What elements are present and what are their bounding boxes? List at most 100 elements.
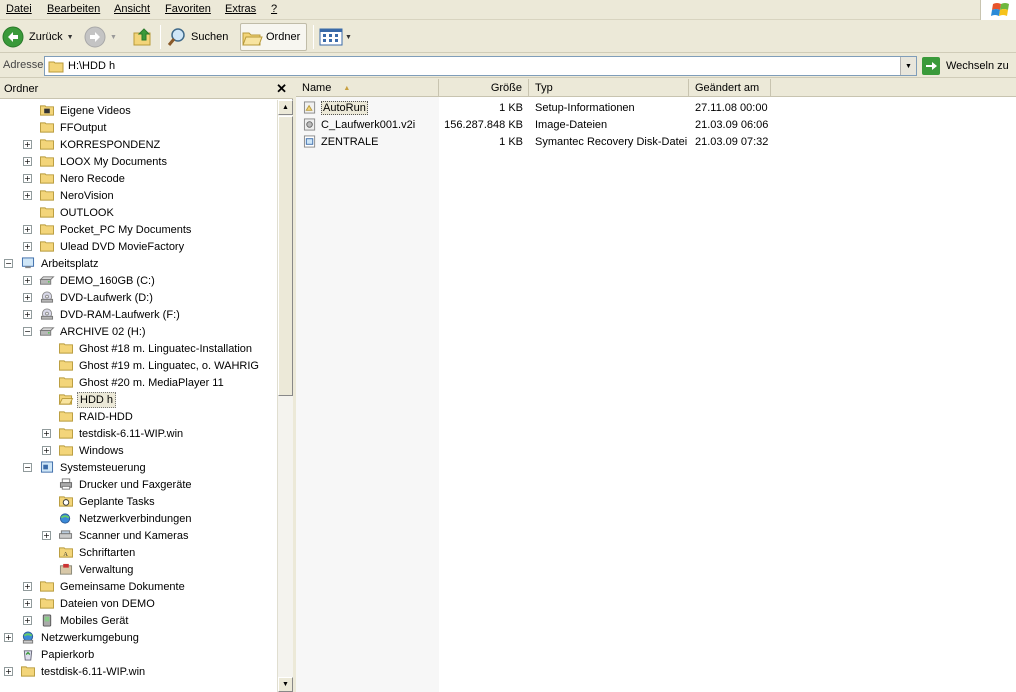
tree-item-label: Gemeinsame Dokumente — [60, 580, 185, 593]
folder-pane-scrollbar[interactable]: ▲ ▼ — [277, 100, 293, 692]
forward-button[interactable]: ▼ — [84, 23, 117, 51]
tree-item[interactable]: Ghost #19 m. Linguatec, o. WAHRIG — [58, 357, 261, 374]
tree-item[interactable]: Ghost #20 m. MediaPlayer 11 — [58, 374, 226, 391]
tree-item[interactable]: Papierkorb — [20, 646, 96, 663]
expand-icon[interactable]: + — [23, 191, 32, 200]
svg-text:A: A — [63, 551, 68, 558]
tree-item[interactable]: HDD h — [58, 391, 117, 408]
tree-item[interactable]: KORRESPONDENZ — [39, 136, 162, 153]
tree-item[interactable]: DEMO_160GB (C:) — [39, 272, 157, 289]
menu-view[interactable]: Ansicht — [114, 3, 150, 15]
tree-item[interactable]: NeroVision — [39, 187, 116, 204]
folders-button[interactable]: Ordner — [240, 23, 308, 51]
expand-icon[interactable]: + — [23, 174, 32, 183]
scroll-down-icon[interactable]: ▼ — [278, 677, 293, 692]
views-button[interactable]: ▼ — [319, 23, 352, 51]
chevron-down-icon[interactable]: ▼ — [67, 34, 74, 41]
tree-item-label: DVD-Laufwerk (D:) — [60, 291, 153, 304]
go-button[interactable]: Wechseln zu — [922, 56, 1009, 76]
up-folder-button[interactable] — [132, 23, 154, 51]
column-header-size[interactable]: Größe — [439, 79, 529, 97]
tree-item[interactable]: DVD-Laufwerk (D:) — [39, 289, 155, 306]
chevron-down-icon[interactable]: ▼ — [110, 34, 117, 41]
tree-item[interactable]: LOOX My Documents — [39, 153, 169, 170]
expand-icon[interactable]: + — [42, 446, 51, 455]
tree-item[interactable]: FFOutput — [39, 119, 108, 136]
expand-icon[interactable]: + — [23, 276, 32, 285]
column-header-modified[interactable]: Geändert am — [689, 79, 771, 97]
file-name: AutoRun — [321, 100, 368, 115]
tree-item[interactable]: Arbeitsplatz — [20, 255, 100, 272]
recovery-file-icon — [303, 135, 316, 148]
collapse-icon[interactable]: − — [23, 463, 32, 472]
file-list-pane: Name ▲ Größe Typ Geändert am AutoRun 1 KB… — [296, 79, 1016, 692]
tree-item[interactable]: Pocket_PC My Documents — [39, 221, 193, 238]
expand-icon[interactable]: + — [23, 140, 32, 149]
menu-help[interactable]: ? — [271, 3, 277, 15]
chevron-down-icon[interactable]: ▼ — [345, 34, 352, 41]
tree-item[interactable]: Systemsteuerung — [39, 459, 148, 476]
tree-item[interactable]: Dateien von DEMO — [39, 595, 157, 612]
tree-item-label: Netzwerkverbindungen — [79, 512, 192, 525]
file-row[interactable]: ZENTRALE 1 KB Symantec Recovery Disk-Datei… — [296, 133, 1016, 150]
expand-icon[interactable]: + — [42, 429, 51, 438]
collapse-icon[interactable]: − — [4, 259, 13, 268]
expand-icon[interactable]: + — [23, 616, 32, 625]
tree-item[interactable]: Gemeinsame Dokumente — [39, 578, 187, 595]
menu-edit[interactable]: Bearbeiten — [47, 3, 100, 15]
file-row[interactable]: C_Laufwerk001.v2i 156.287.848 KB Image-Dat… — [296, 116, 1016, 133]
tree-item[interactable]: Nero Recode — [39, 170, 127, 187]
file-modified: 21.03.09 07:32 — [695, 135, 769, 148]
expand-icon[interactable]: + — [23, 582, 32, 591]
expand-icon[interactable]: + — [23, 225, 32, 234]
collapse-icon[interactable]: − — [23, 327, 32, 336]
image-file-icon — [303, 118, 316, 131]
scroll-thumb[interactable] — [278, 116, 293, 396]
expand-icon[interactable]: + — [42, 531, 51, 540]
tree-item[interactable]: Drucker und Faxgeräte — [58, 476, 194, 493]
back-button[interactable]: Zurück ▼ — [2, 23, 74, 51]
tree-item[interactable]: Netzwerkverbindungen — [58, 510, 194, 527]
tree-item[interactable]: OUTLOOK — [39, 204, 116, 221]
go-arrow-icon — [922, 57, 940, 75]
tree-item-label: Schriftarten — [79, 546, 136, 559]
expand-icon[interactable]: + — [4, 633, 13, 642]
file-row[interactable]: AutoRun 1 KB Setup-Informationen 27.11.08 0… — [296, 99, 1016, 116]
expand-icon[interactable]: + — [23, 157, 32, 166]
hard-drive-icon — [39, 276, 55, 285]
address-dropdown-button[interactable]: ▼ — [900, 57, 916, 75]
expand-icon[interactable]: + — [23, 310, 32, 319]
column-header-name[interactable]: Name ▲ — [296, 79, 439, 97]
expand-icon[interactable]: + — [23, 242, 32, 251]
menu-extras[interactable]: Extras — [225, 3, 256, 15]
tree-item[interactable]: Netzwerkumgebung — [20, 629, 141, 646]
close-icon[interactable]: ✕ — [276, 81, 287, 97]
tree-item[interactable]: Mobiles Gerät — [39, 612, 130, 629]
tree-item[interactable]: DVD-RAM-Laufwerk (F:) — [39, 306, 182, 323]
address-input[interactable]: H:\HDD h ▼ — [44, 56, 917, 76]
menu-favorites[interactable]: Favoriten — [165, 3, 211, 15]
tree-item[interactable]: ARCHIVE 02 (H:) — [39, 323, 148, 340]
tree-item[interactable]: Windows — [58, 442, 126, 459]
tree-item[interactable]: testdisk-6.11-WIP.win — [20, 663, 147, 680]
tree-item[interactable]: Geplante Tasks — [58, 493, 157, 510]
tree-item[interactable]: A Schriftarten — [58, 544, 137, 561]
column-header-type[interactable]: Typ — [529, 79, 689, 97]
tree-item[interactable]: Eigene Videos — [39, 102, 133, 119]
tree-item[interactable]: RAID-HDD — [58, 408, 135, 425]
expand-icon[interactable]: + — [4, 667, 13, 676]
tree-item[interactable]: Ulead DVD MovieFactory — [39, 238, 186, 255]
expand-icon[interactable]: + — [23, 293, 32, 302]
search-button[interactable]: Suchen — [166, 23, 228, 51]
file-size: 156.287.848 KB — [444, 118, 523, 131]
expand-icon[interactable]: + — [23, 599, 32, 608]
scroll-up-icon[interactable]: ▲ — [278, 100, 293, 115]
tree-item[interactable]: Ghost #18 m. Linguatec-Installation — [58, 340, 254, 357]
tree-item-label: Systemsteuerung — [60, 461, 146, 474]
tree-item[interactable]: testdisk-6.11-WIP.win — [58, 425, 185, 442]
tree-item[interactable]: Verwaltung — [58, 561, 135, 578]
menu-file[interactable]: Datei — [6, 3, 32, 15]
tree-item-label: Ulead DVD MovieFactory — [60, 240, 185, 253]
tree-item[interactable]: Scanner und Kameras — [58, 527, 190, 544]
folder-icon — [40, 190, 54, 201]
